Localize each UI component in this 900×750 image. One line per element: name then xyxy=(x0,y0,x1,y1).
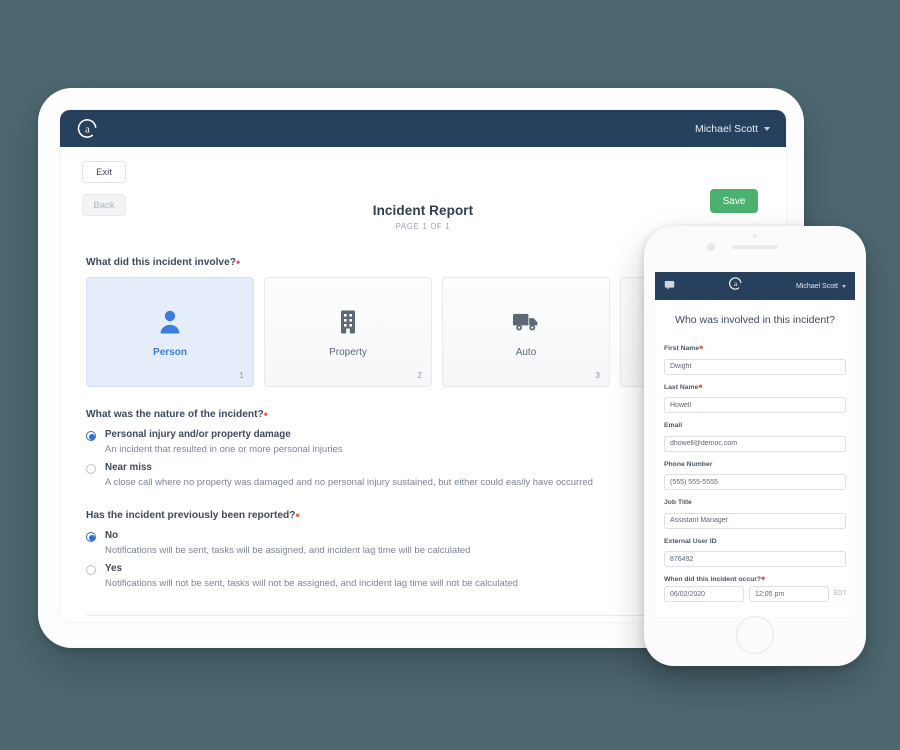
external-user-id-field[interactable] xyxy=(664,551,846,567)
first-name-field[interactable] xyxy=(664,358,846,375)
option-description: An incident that resulted in one or more… xyxy=(105,444,343,455)
chat-bubble-icon[interactable] xyxy=(664,277,675,295)
timezone-label: EDT xyxy=(834,591,846,597)
email-label: Email xyxy=(664,422,683,429)
option-texts: Near miss A close call where no property… xyxy=(105,462,593,488)
option-title: Near miss xyxy=(105,462,152,473)
svg-text:a: a xyxy=(734,281,737,288)
screenshot-stage: a Michael Scott Exit Back Save Incident … xyxy=(0,0,900,750)
label-text: Last Name xyxy=(664,383,699,391)
label-text: First Name xyxy=(664,345,700,352)
phone-user-name: Michael Scott xyxy=(795,282,838,290)
last-name-field[interactable] xyxy=(664,397,846,413)
chevron-down-icon xyxy=(764,126,770,131)
option-title: No xyxy=(105,530,119,541)
back-button[interactable]: Back xyxy=(82,194,126,216)
email-field[interactable] xyxy=(664,435,846,452)
option-texts: No Notifications will be sent, tasks wil… xyxy=(105,530,470,556)
chevron-down-icon xyxy=(842,284,846,288)
brand-a-logo-icon[interactable]: a xyxy=(728,276,743,296)
required-marker: • xyxy=(698,378,703,393)
radio-button[interactable] xyxy=(86,532,96,542)
tablet-user-name: Michael Scott xyxy=(694,122,758,135)
card-number: 3 xyxy=(595,370,600,380)
involve-card-property[interactable]: Property 2 xyxy=(264,277,432,387)
brand-a-logo-icon[interactable]: a xyxy=(76,117,99,140)
card-label: Person xyxy=(153,346,187,358)
option-title: Personal injury and/or property damage xyxy=(105,429,291,440)
required-marker: • xyxy=(295,508,300,522)
card-label: Property xyxy=(329,346,367,358)
required-marker: • xyxy=(263,407,268,421)
earpiece-speaker xyxy=(732,245,778,249)
tablet-user-menu[interactable]: Michael Scott xyxy=(695,123,770,135)
label-text: When did this incident occur? xyxy=(664,576,762,583)
job-title-label: Job Title xyxy=(664,499,692,506)
radio-button[interactable] xyxy=(86,565,96,575)
first-name-label: First Name• xyxy=(664,341,846,353)
occurred-row: EDT xyxy=(664,586,846,602)
option-texts: Personal injury and/or property damage A… xyxy=(105,429,343,455)
incident-date-field[interactable] xyxy=(664,586,744,602)
phone-user-menu[interactable]: Michael Scott xyxy=(796,283,846,290)
question-reported-text: Has the incident previously been reporte… xyxy=(86,510,296,521)
phone-top-nav: a Michael Scott xyxy=(655,272,855,300)
building-icon xyxy=(337,307,359,337)
occurred-label: When did this incident occur?• xyxy=(664,572,846,584)
proximity-sensor xyxy=(753,234,757,238)
tablet-top-nav: a Michael Scott xyxy=(60,110,786,147)
question-nature-text: What was the nature of the incident? xyxy=(86,409,264,420)
radio-button[interactable] xyxy=(86,464,96,474)
exit-button[interactable]: Exit xyxy=(82,161,126,183)
phone-heading: Who was involved in this incident? xyxy=(675,314,835,326)
incident-time-field[interactable] xyxy=(749,586,829,602)
page-title-block: Incident Report PAGE 1 OF 1 xyxy=(60,161,786,231)
phone-screen: a Michael Scott Who was involved in this… xyxy=(655,272,855,617)
card-label: Auto xyxy=(515,346,537,358)
phone-form: First Name• Last Name• Email Phone Numbe… xyxy=(655,341,855,602)
phone-number-label: Phone Number xyxy=(664,460,713,468)
phone-number-field[interactable] xyxy=(664,474,846,490)
job-title-field[interactable] xyxy=(664,512,846,529)
question-involve-text: What did this incident involve? xyxy=(86,257,236,268)
required-marker: • xyxy=(699,340,704,354)
svg-text:a: a xyxy=(85,125,90,136)
truck-icon xyxy=(512,307,540,337)
option-description: A close call where no property was damag… xyxy=(105,477,593,488)
required-marker: • xyxy=(236,255,241,269)
page-title: Incident Report xyxy=(372,203,474,218)
external-user-id-label: External User ID xyxy=(664,537,717,545)
option-description: Notifications will be sent, tasks will b… xyxy=(105,545,471,556)
home-button[interactable] xyxy=(736,616,774,654)
involve-card-person[interactable]: Person 1 xyxy=(86,277,254,387)
option-texts: Yes Notifications will not be sent, task… xyxy=(105,563,518,589)
required-marker: • xyxy=(761,571,766,585)
card-number: 1 xyxy=(239,370,244,380)
phone-device: a Michael Scott Who was involved in this… xyxy=(644,226,866,666)
card-number: 2 xyxy=(417,370,422,380)
radio-button[interactable] xyxy=(86,431,96,441)
front-camera xyxy=(707,243,715,251)
involve-card-auto[interactable]: Auto 3 xyxy=(442,277,610,387)
option-description: Notifications will not be sent, tasks wi… xyxy=(105,578,518,589)
last-name-label: Last Name• xyxy=(664,380,846,392)
option-title: Yes xyxy=(105,563,122,574)
save-button[interactable]: Save xyxy=(710,189,758,213)
person-icon xyxy=(158,307,182,337)
